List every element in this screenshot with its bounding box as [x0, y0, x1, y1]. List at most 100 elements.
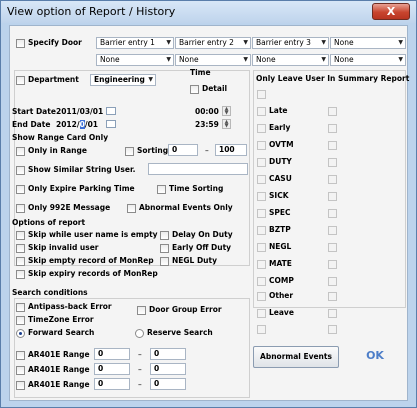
- door-select-6[interactable]: None ▼: [175, 54, 251, 66]
- summary-right-checkbox-other[interactable]: [328, 292, 337, 301]
- early-off-duty-checkbox[interactable]: [160, 244, 169, 253]
- summary-extra-checkbox[interactable]: [257, 325, 266, 334]
- summary-right-checkbox-spec[interactable]: [328, 209, 337, 218]
- end-time-spinner-icon[interactable]: ▲ ▼: [222, 119, 231, 129]
- only-992e-checkbox[interactable]: [16, 204, 25, 213]
- summary-label-negl: NEGL: [269, 242, 292, 251]
- ar401e-range-checkbox-3[interactable]: [16, 381, 25, 390]
- summary-right-checkbox-negl[interactable]: [328, 243, 337, 252]
- specify-door-checkbox[interactable]: [16, 39, 25, 48]
- ar401e-from-input-1[interactable]: 0: [94, 348, 130, 360]
- antipass-checkbox[interactable]: [16, 303, 25, 312]
- summary-right-checkbox-sick[interactable]: [328, 192, 337, 201]
- only-in-range-label: Only in Range: [28, 146, 87, 155]
- summary-label-comp: COMP: [269, 276, 294, 285]
- ok-button[interactable]: OK: [348, 346, 402, 368]
- start-time-spinner-icon[interactable]: ▲ ▼: [222, 106, 231, 116]
- only-in-range-checkbox[interactable]: [16, 147, 25, 156]
- ar401e-to-input-3[interactable]: 0: [150, 378, 186, 390]
- start-date-label: Start Date: [12, 107, 56, 116]
- sorting-checkbox[interactable]: [125, 147, 134, 156]
- ar401e-range-checkbox-1[interactable]: [16, 351, 25, 360]
- sorting-label: Sorting: [137, 146, 169, 155]
- door-select-2[interactable]: Barrier entry 2 ▼: [175, 37, 251, 49]
- summary-right-checkbox-ovtm[interactable]: [328, 141, 337, 150]
- detail-label: Detail: [202, 84, 228, 93]
- summary-checkbox-other[interactable]: [257, 292, 266, 301]
- summary-label-duty: DUTY: [269, 157, 292, 166]
- ar401e-from-input-3[interactable]: 0: [94, 378, 130, 390]
- ar401e-range-label-3: AR401E Range: [28, 380, 90, 389]
- summary-right-checkbox-duty[interactable]: [328, 158, 337, 167]
- forward-search-radio[interactable]: [16, 329, 25, 338]
- summary-checkbox-bztp[interactable]: [257, 226, 266, 235]
- skip-invalid-checkbox[interactable]: [16, 244, 25, 253]
- summary-checkbox-spec[interactable]: [257, 209, 266, 218]
- start-date-value[interactable]: 2011/03/01: [56, 107, 103, 117]
- department-select[interactable]: Engineering ▼: [90, 74, 156, 86]
- summary-checkbox-comp[interactable]: [257, 277, 266, 286]
- summary-all-checkbox[interactable]: [257, 90, 266, 99]
- ar401e-range-checkbox-2[interactable]: [16, 366, 25, 375]
- summary-checkbox-negl[interactable]: [257, 243, 266, 252]
- summary-checkbox-sick[interactable]: [257, 192, 266, 201]
- summary-right-checkbox-mate[interactable]: [328, 260, 337, 269]
- door-select-8[interactable]: None ▼: [330, 54, 406, 66]
- ar401e-dash-1: –: [138, 350, 142, 359]
- early-off-duty-label: Early Off Duty: [172, 243, 232, 252]
- only-992e-label: Only 992E Message: [28, 203, 111, 212]
- calendar-icon[interactable]: [106, 107, 116, 115]
- skip-empty-monrep-checkbox[interactable]: [16, 257, 25, 266]
- end-time-value[interactable]: 23:59: [195, 120, 219, 130]
- department-checkbox[interactable]: [16, 76, 25, 85]
- summary-checkbox-mate[interactable]: [257, 260, 266, 269]
- ar401e-to-input-1[interactable]: 0: [150, 348, 186, 360]
- calendar-icon[interactable]: [106, 120, 116, 128]
- summary-checkbox-duty[interactable]: [257, 158, 266, 167]
- summary-right-checkbox-bztp[interactable]: [328, 226, 337, 235]
- door-select-5[interactable]: None ▼: [96, 54, 174, 66]
- summary-right-checkbox-casu[interactable]: [328, 175, 337, 184]
- summary-right-checkbox-late[interactable]: [328, 107, 337, 116]
- summary-label-casu: CASU: [269, 174, 292, 183]
- summary-right-checkbox-early[interactable]: [328, 124, 337, 133]
- abnormal-only-checkbox[interactable]: [127, 204, 136, 213]
- reserve-search-radio[interactable]: [135, 329, 144, 338]
- summary-checkbox-leave[interactable]: [257, 309, 266, 318]
- chevron-down-icon: ▼: [243, 39, 248, 46]
- similar-string-checkbox[interactable]: [16, 166, 25, 175]
- door-select-4[interactable]: None ▼: [330, 37, 406, 49]
- range-to-input[interactable]: 100: [215, 144, 247, 156]
- close-button[interactable]: X: [372, 3, 410, 20]
- range-from-input[interactable]: 0: [168, 144, 198, 156]
- end-date-value[interactable]: 2012/0/01: [56, 120, 98, 130]
- start-time-value[interactable]: 00:00: [195, 107, 219, 117]
- chevron-down-icon: ▼: [166, 56, 171, 63]
- summary-checkbox-ovtm[interactable]: [257, 141, 266, 150]
- skip-empty-name-checkbox[interactable]: [16, 231, 25, 240]
- door-group-checkbox[interactable]: [137, 306, 146, 315]
- door-select-1[interactable]: Barrier entry 1 ▼: [96, 37, 174, 49]
- door-select-7[interactable]: None ▼: [252, 54, 329, 66]
- summary-checkbox-late[interactable]: [257, 107, 266, 116]
- summary-extra-right-checkbox[interactable]: [328, 325, 337, 334]
- ar401e-range-label-2: AR401E Range: [28, 365, 90, 374]
- summary-checkbox-casu[interactable]: [257, 175, 266, 184]
- delay-on-duty-checkbox[interactable]: [160, 231, 169, 240]
- door-select-3[interactable]: Barrier entry 3 ▼: [252, 37, 329, 49]
- summary-checkbox-early[interactable]: [257, 124, 266, 133]
- skip-expiry-checkbox[interactable]: [16, 270, 25, 279]
- similar-string-input[interactable]: [148, 163, 248, 175]
- ar401e-to-input-2[interactable]: 0: [150, 363, 186, 375]
- ar401e-from-input-2[interactable]: 0: [94, 363, 130, 375]
- detail-checkbox[interactable]: [190, 85, 199, 94]
- time-sorting-label: Time Sorting: [169, 184, 224, 193]
- timezone-checkbox[interactable]: [16, 316, 25, 325]
- end-date-label: End Date: [12, 120, 51, 129]
- abnormal-events-button[interactable]: Abnormal Events: [253, 346, 339, 368]
- time-sorting-checkbox[interactable]: [157, 185, 166, 194]
- summary-right-checkbox-comp[interactable]: [328, 277, 337, 286]
- negl-duty-checkbox[interactable]: [160, 257, 169, 266]
- summary-right-checkbox-leave[interactable]: [328, 309, 337, 318]
- only-expire-checkbox[interactable]: [16, 185, 25, 194]
